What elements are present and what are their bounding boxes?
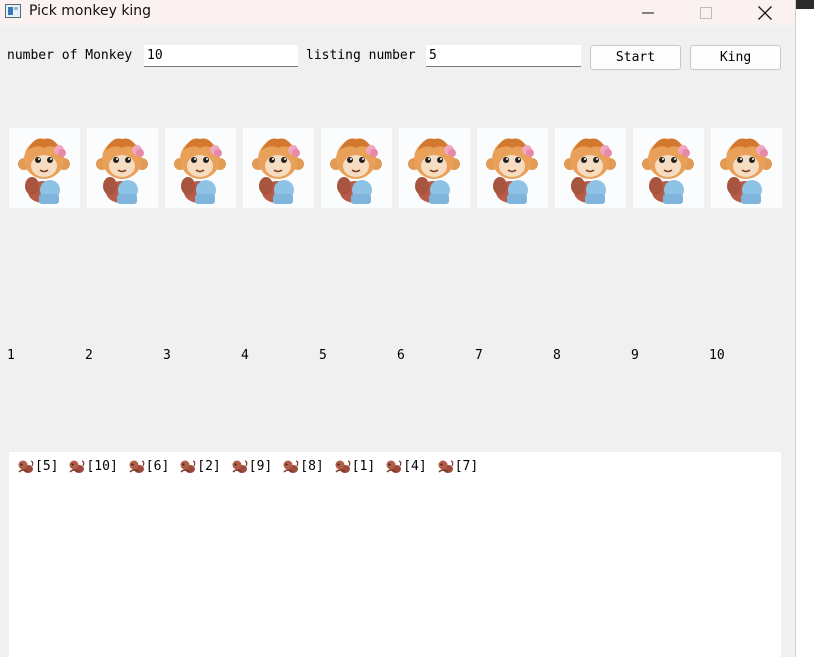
elimination-entry-label: [6] [145,459,170,474]
monkey-small-icon [283,460,299,473]
elimination-entry-label: [2] [197,459,221,474]
elimination-entry-label: [8] [300,459,324,474]
monkey-cartoon-icon [720,138,772,204]
monkey-image [9,128,80,208]
monkey-image [321,128,392,208]
elimination-entry-label: [4] [403,459,427,474]
app-window: Pick monkey king number of Monkey listin… [0,0,795,657]
listing-number-label: listing number [306,48,416,63]
elimination-entry-label: [10] [86,459,118,474]
monkey-small-icon [180,460,196,473]
elimination-entry-label: [9] [248,459,273,474]
monkey-cartoon-icon [486,138,538,204]
monkey-number: 9 [631,348,639,363]
elimination-entry-label: [1] [351,459,376,474]
close-icon [758,5,772,20]
elimination-entry: [4] [385,459,427,474]
monkey-image [243,128,314,208]
monkey-small-icon [129,460,145,473]
monkey-image [711,128,782,208]
maximize-icon [700,6,712,19]
monkey-number: 4 [241,348,249,363]
monkey-number: 1 [7,348,15,363]
monkey-small-icon [69,460,85,473]
elimination-entry: [9] [231,459,272,474]
monkey-cartoon-icon [252,138,304,204]
background-window-edge [795,0,814,657]
monkey-small-icon [386,460,402,473]
monkey-image [165,128,236,208]
monkey-number: 5 [319,348,327,363]
monkey-cartoon-icon [96,138,148,204]
monkey-image [399,128,470,208]
listing-number-input[interactable] [426,45,581,67]
monkey-cartoon-icon [330,138,382,204]
elimination-entry: [6] [128,459,169,474]
maximize-button[interactable] [683,0,729,25]
window-title: Pick monkey king [29,3,152,19]
app-icon [5,4,21,18]
king-button[interactable]: King [690,45,781,70]
minimize-button[interactable] [625,0,671,25]
elimination-entry: [2] [179,459,221,474]
elimination-order-line: [5] [10] [6] [2] [9] [8] [1] [4] [7] [17,459,488,474]
monkey-number: 10 [709,348,725,363]
monkey-image [633,128,704,208]
elimination-entry: [7] [437,459,478,474]
monkey-cartoon-icon [642,138,694,204]
monkey-count-input[interactable] [144,45,298,67]
elimination-output[interactable]: [5] [10] [6] [2] [9] [8] [1] [4] [7] [9,452,781,657]
monkey-number: 3 [163,348,171,363]
monkey-small-icon [232,460,248,473]
monkey-small-icon [335,460,351,473]
monkey-image [555,128,626,208]
monkey-cartoon-icon [408,138,460,204]
elimination-entry-label: [7] [454,459,479,474]
monkey-cartoon-icon [174,138,226,204]
monkey-count-label: number of Monkey [7,48,133,63]
monkey-number: 7 [475,348,483,363]
monkey-image [477,128,548,208]
elimination-entry: [8] [282,459,324,474]
elimination-entry: [5] [17,459,58,474]
start-button[interactable]: Start [590,45,681,70]
monkey-small-icon [18,460,34,473]
monkey-number: 6 [397,348,405,363]
monkey-cartoon-icon [18,138,70,204]
monkey-small-icon [438,460,454,473]
monkey-cartoon-icon [564,138,616,204]
elimination-entry: [10] [68,459,118,474]
monkey-number: 8 [553,348,561,363]
elimination-entry: [1] [334,459,375,474]
close-button[interactable] [742,0,788,25]
title-bar: Pick monkey king [0,0,795,25]
minimize-icon [642,12,654,13]
monkey-number: 2 [85,348,93,363]
elimination-entry-label: [5] [35,459,59,474]
monkey-image [87,128,158,208]
